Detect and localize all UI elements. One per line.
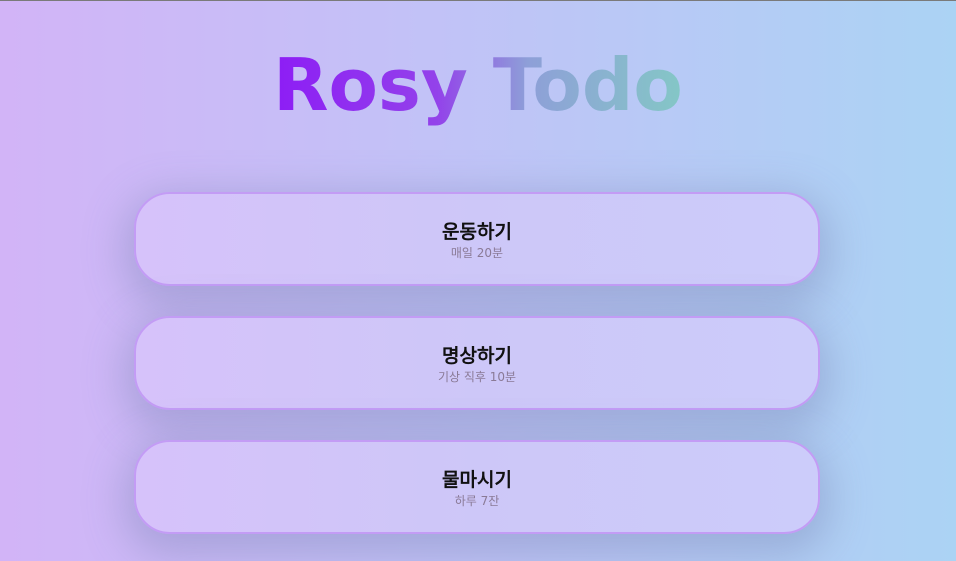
todo-item-title: 운동하기 bbox=[442, 221, 512, 243]
todo-item-subtitle: 매일 20분 bbox=[450, 246, 504, 260]
todo-item-drink-water[interactable]: 물마시기 하루 7잔 bbox=[134, 440, 820, 534]
app-title: Rosy Todo bbox=[273, 40, 683, 130]
todo-list: 운동하기 매일 20분 명상하기 기상 직후 10분 물마시기 하루 7잔 bbox=[134, 192, 820, 561]
todo-item-subtitle: 하루 7잔 bbox=[454, 494, 500, 508]
todo-item-subtitle: 기상 직후 10분 bbox=[437, 370, 517, 384]
todo-item-title: 명상하기 bbox=[442, 345, 512, 367]
todo-item-title: 물마시기 bbox=[442, 469, 512, 491]
header: Rosy Todo bbox=[0, 40, 956, 130]
todo-item-meditation[interactable]: 명상하기 기상 직후 10분 bbox=[134, 316, 820, 410]
window-top-border bbox=[0, 0, 956, 1]
todo-item-exercise[interactable]: 운동하기 매일 20분 bbox=[134, 192, 820, 286]
